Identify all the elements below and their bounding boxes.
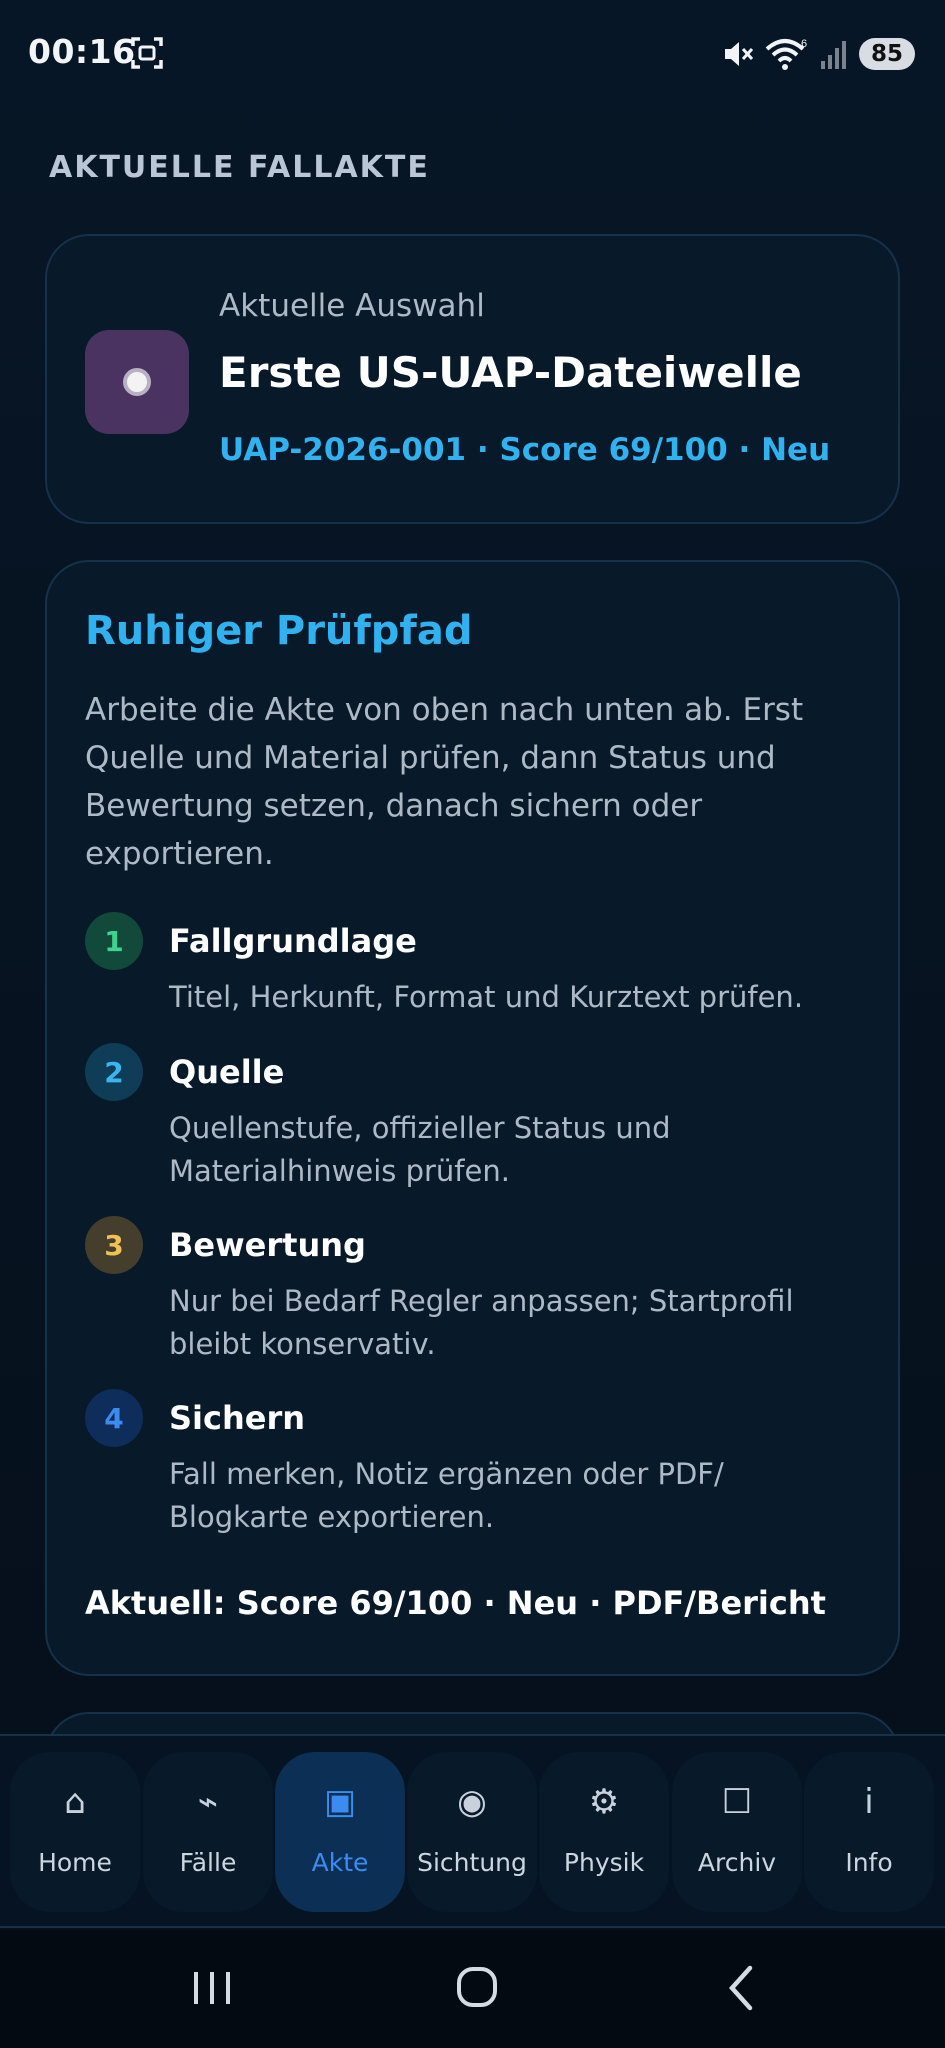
sighting-icon: ◉ — [457, 1782, 487, 1822]
wifi-icon: 6 — [765, 38, 807, 70]
archive-icon: ☐ — [721, 1782, 753, 1822]
status-bar: 00:16 6 85 — [0, 0, 945, 106]
svg-text:6: 6 — [801, 38, 807, 50]
home-icon: ⌂ — [64, 1782, 86, 1822]
bottom-navigation: ⌂ Home ⌁ Fälle ▣ Akte ◉ Sichtung ⚙ Physi… — [0, 1734, 945, 1928]
path-description: Arbeite die Akte von oben nach unten ab.… — [85, 692, 804, 872]
nav-item-faelle[interactable]: ⌁ Fälle — [143, 1752, 273, 1912]
step-description: Quellenstufe, offizieller Status und Mat… — [169, 1111, 671, 1188]
nav-label: Physik — [563, 1848, 645, 1877]
step-number-badge: 4 — [85, 1389, 143, 1447]
mute-icon — [724, 42, 754, 66]
current-selection-card[interactable]: Aktuelle Auswahl Erste US-UAP-Dateiwelle… — [45, 234, 900, 524]
step-number-badge: 3 — [85, 1216, 143, 1274]
step-description: Nur bei Bedarf Regler anpassen; Startpro… — [169, 1284, 794, 1361]
nav-label: Sichtung — [417, 1848, 527, 1877]
back-icon[interactable] — [702, 1958, 782, 2018]
selection-title: Erste US-UAP-Dateiwelle — [219, 348, 802, 397]
step-description: Fall merken, Notiz ergänzen oder PDF/ Bl… — [169, 1457, 724, 1534]
battery-indicator: 85 — [858, 38, 915, 70]
lightning-icon: ⌁ — [197, 1782, 219, 1822]
selection-eyebrow: Aktuelle Auswahl — [219, 288, 485, 324]
step-title: Bewertung — [169, 1226, 366, 1264]
status-icons: 6 85 — [721, 34, 915, 74]
nav-item-akte[interactable]: ▣ Akte — [275, 1752, 405, 1912]
section-heading: AKTUELLE FALLAKTE — [49, 150, 430, 185]
physics-icon: ⚙ — [588, 1782, 620, 1822]
home-button-icon[interactable] — [437, 1958, 517, 2018]
nav-label: Akte — [311, 1848, 369, 1877]
signal-icon — [820, 41, 846, 69]
record-icon — [123, 368, 151, 396]
review-path-card: Ruhiger Prüfpfad Arbeite die Akte von ob… — [45, 560, 900, 1676]
path-current-status: Aktuell: Score 69/100 · Neu · PDF/Berich… — [85, 1584, 826, 1622]
nav-item-info[interactable]: i Info — [804, 1752, 934, 1912]
recent-apps-icon[interactable] — [172, 1958, 252, 2018]
nav-item-home[interactable]: ⌂ Home — [10, 1752, 140, 1912]
status-time: 00:16 — [28, 32, 136, 71]
case-avatar — [85, 330, 189, 434]
step-title: Sichern — [169, 1399, 306, 1437]
step-title: Quelle — [169, 1053, 285, 1091]
screenshot-icon — [131, 37, 163, 69]
file-icon: ▣ — [323, 1782, 357, 1822]
step-description: Titel, Herkunft, Format und Kurztext prü… — [169, 980, 804, 1014]
step-number-badge: 2 — [85, 1043, 143, 1101]
nav-label: Home — [38, 1848, 112, 1877]
step-number-badge: 1 — [85, 912, 143, 970]
nav-label: Fälle — [179, 1848, 237, 1877]
path-title: Ruhiger Prüfpfad — [85, 608, 473, 654]
nav-item-archiv[interactable]: ☐ Archiv — [672, 1752, 802, 1912]
nav-label: Info — [845, 1848, 893, 1877]
step-title: Fallgrundlage — [169, 922, 417, 960]
nav-item-sichtung[interactable]: ◉ Sichtung — [407, 1752, 537, 1912]
nav-item-physik[interactable]: ⚙ Physik — [539, 1752, 669, 1912]
nav-label: Archiv — [697, 1848, 777, 1877]
selection-meta: UAP-2026-001 · Score 69/100 · Neu — [219, 432, 831, 468]
info-icon: i — [864, 1782, 874, 1822]
system-navigation-bar — [0, 1930, 945, 2048]
